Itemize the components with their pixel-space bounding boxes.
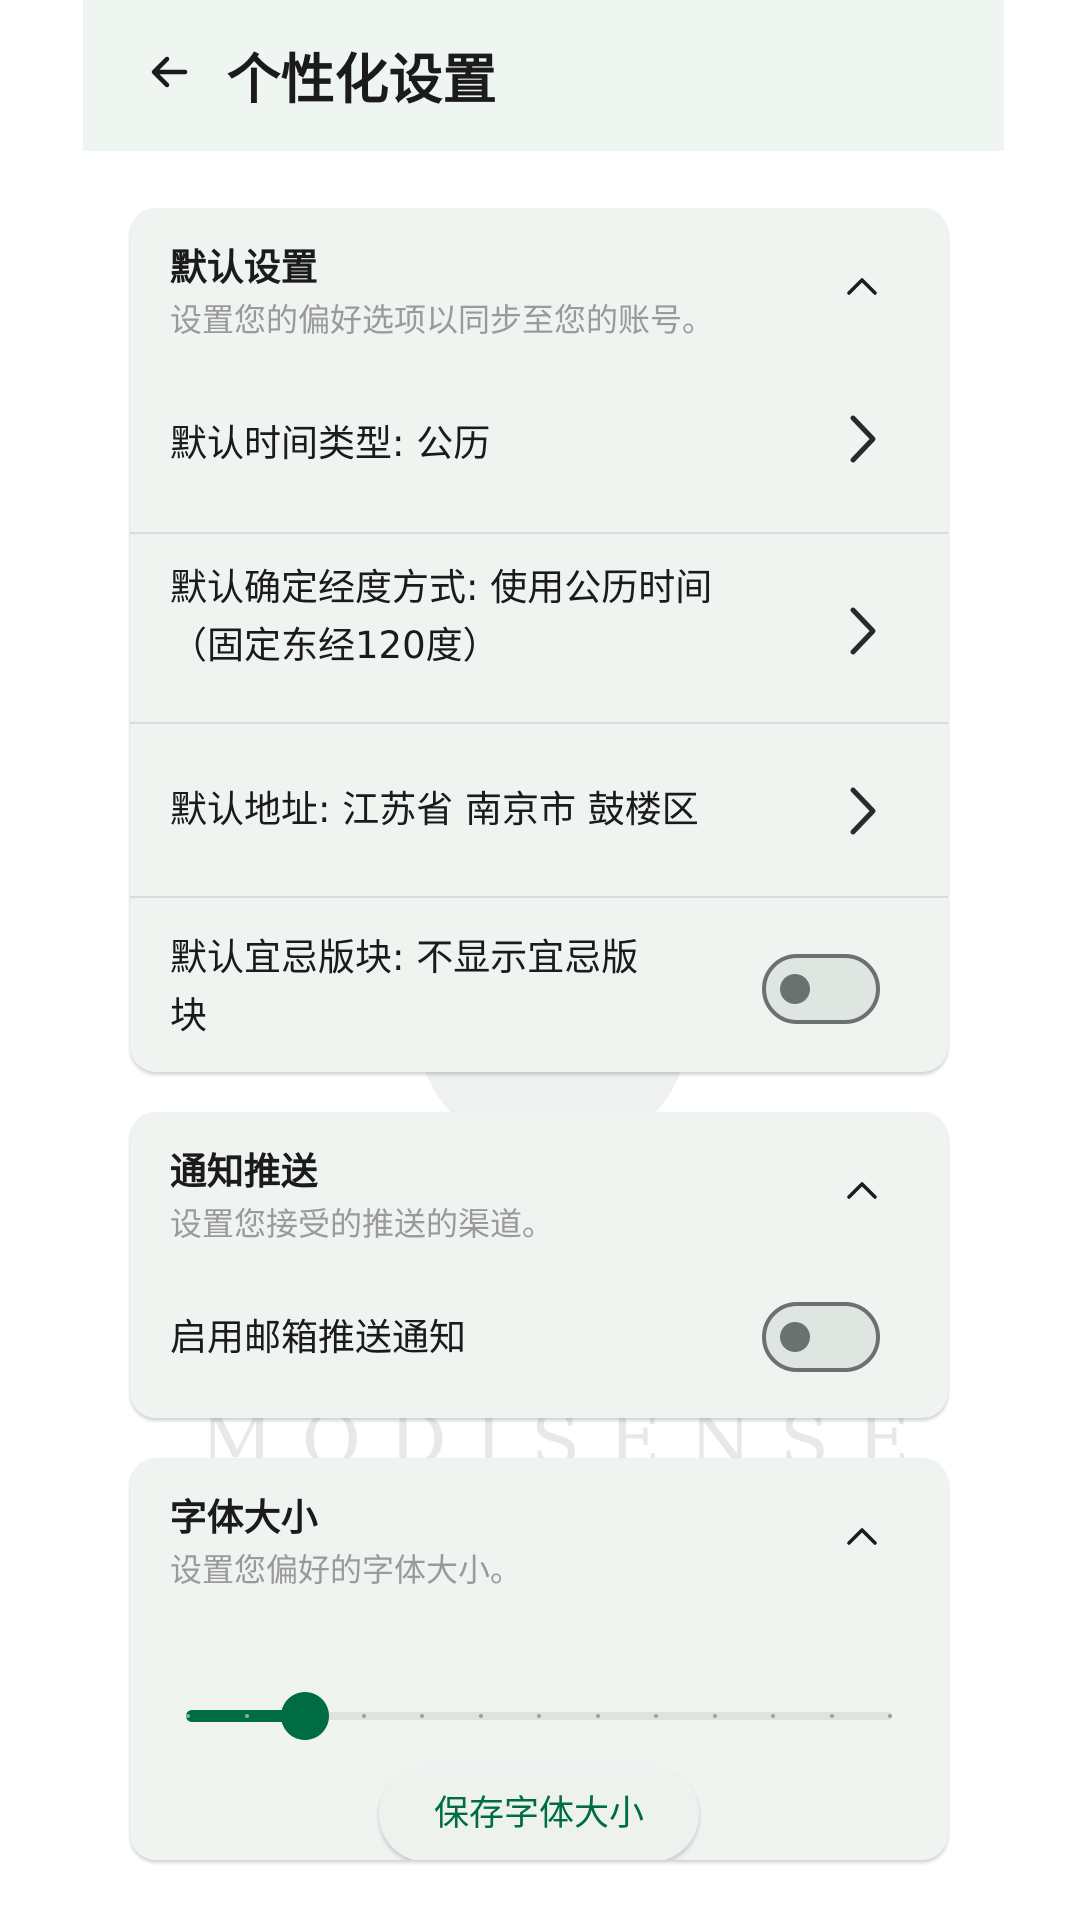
chevron-right-icon	[848, 414, 878, 464]
slider-step-dot	[420, 1714, 424, 1718]
font-size-slider[interactable]	[186, 1686, 892, 1746]
row-label-line2: （固定东经120度）	[170, 624, 500, 667]
slider-step-dot	[361, 1714, 366, 1718]
slider-step-dot	[888, 1714, 892, 1718]
slider-step-dot	[244, 1714, 249, 1718]
card-subtitle: 设置您接受的推送的渠道。	[170, 1205, 555, 1243]
row-label: 默认确定经度方式: 使用公历时间	[170, 566, 713, 609]
email-notification-row: 启用邮箱推送通知	[130, 1252, 948, 1418]
card-subtitle: 设置您偏好的字体大小。	[170, 1551, 523, 1589]
email-notification-toggle[interactable]	[762, 1302, 880, 1372]
notifications-card: 通知推送 设置您接受的推送的渠道。 启用邮箱推送通知	[130, 1112, 948, 1418]
slider-step-dot	[829, 1714, 834, 1718]
slider-thumb[interactable]	[281, 1692, 329, 1740]
card-title: 通知推送	[170, 1150, 318, 1193]
default-address-row[interactable]: 默认地址: 江苏省 南京市 鼓楼区	[130, 724, 948, 896]
chevron-right-icon	[848, 786, 878, 836]
slider-step-dot	[186, 1714, 190, 1718]
default-settings-card: 默认设置 设置您的偏好选项以同步至您的账号。 默认时间类型: 公历 默认确定经度…	[130, 208, 948, 1072]
app-header: 个性化设置	[83, 0, 1004, 151]
row-label-line2: 块	[170, 994, 207, 1037]
default-yiji-block-row: 默认宜忌版块: 不显示宜忌版 块	[130, 898, 948, 1072]
slider-step-dot	[771, 1714, 775, 1718]
card-subtitle: 设置您的偏好选项以同步至您的账号。	[170, 301, 715, 339]
row-label: 默认地址: 江苏省 南京市 鼓楼区	[170, 788, 699, 831]
default-longitude-mode-row[interactable]: 默认确定经度方式: 使用公历时间 （固定东经120度）	[130, 534, 948, 722]
default-time-type-row[interactable]: 默认时间类型: 公历	[130, 348, 948, 532]
row-label: 默认宜忌版块: 不显示宜忌版	[170, 936, 639, 979]
row-label: 启用邮箱推送通知	[170, 1316, 466, 1359]
toggle-knob	[780, 974, 810, 1004]
slider-step-dot	[712, 1714, 717, 1718]
font-size-header[interactable]: 字体大小 设置您偏好的字体大小。	[170, 1458, 948, 1598]
default-settings-header[interactable]: 默认设置 设置您的偏好选项以同步至您的账号。	[170, 208, 948, 348]
chevron-up-icon[interactable]	[844, 1524, 880, 1548]
save-font-size-button[interactable]: 保存字体大小	[379, 1766, 699, 1860]
chevron-right-icon	[848, 606, 878, 656]
arrow-left-icon[interactable]	[145, 48, 193, 96]
chevron-up-icon[interactable]	[844, 1178, 880, 1202]
notifications-header[interactable]: 通知推送 设置您接受的推送的渠道。	[170, 1112, 948, 1252]
chevron-up-icon[interactable]	[844, 274, 880, 298]
slider-step-dot	[654, 1714, 658, 1718]
settings-page: MODISENSE 个性化设置 默认设置 设置您的偏好选项以同步至您的账号。 默…	[0, 0, 1080, 1920]
card-title: 字体大小	[170, 1496, 318, 1539]
slider-step-dot	[595, 1714, 600, 1718]
card-title: 默认设置	[170, 246, 318, 289]
slider-step-dot	[537, 1714, 541, 1718]
font-size-card: 字体大小 设置您偏好的字体大小。 保存字体大小	[130, 1458, 948, 1860]
page-title: 个性化设置	[227, 48, 497, 111]
yiji-block-toggle[interactable]	[762, 954, 880, 1024]
slider-step-dot	[478, 1714, 483, 1718]
toggle-knob	[780, 1322, 810, 1352]
row-label: 默认时间类型: 公历	[170, 422, 491, 465]
